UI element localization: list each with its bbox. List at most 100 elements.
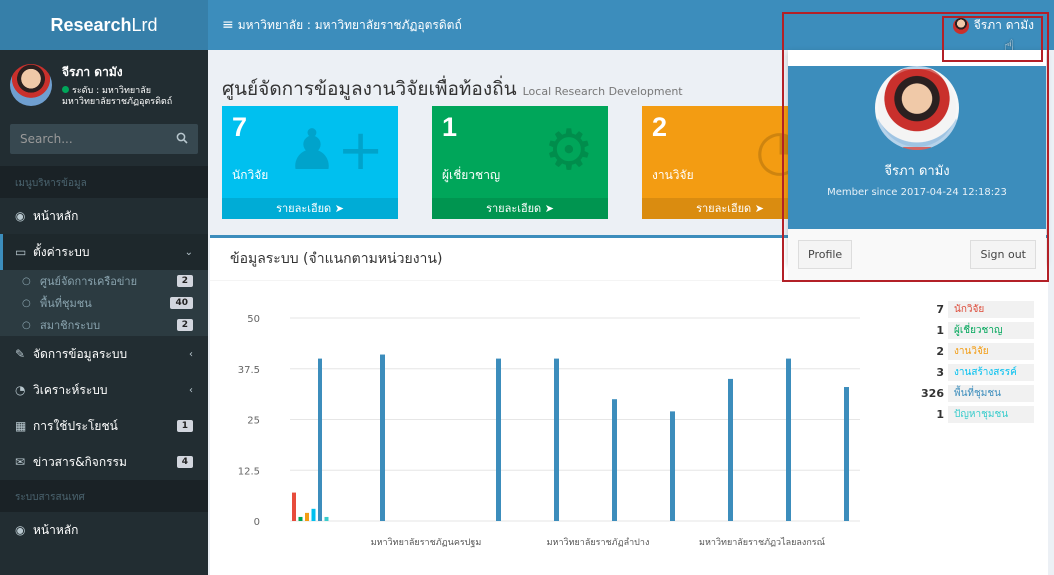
chart-bar: [292, 492, 296, 521]
search-input[interactable]: [20, 132, 160, 146]
sidebar-subitem-area[interactable]: ○ พื้นที่ชุมชน 40: [0, 292, 208, 314]
user-name: จีรภา ดามัง: [62, 64, 123, 79]
sidebar-subitem-label: ศูนย์จัดการเครือข่าย: [40, 275, 138, 288]
profile-button[interactable]: Profile: [798, 240, 853, 269]
user-level: ระดับ : มหาวิทยาลัย: [72, 85, 152, 96]
user-menu-toggle[interactable]: จีรภา ดามัง: [952, 16, 1034, 35]
sidebar-item-usage[interactable]: ▦ การใช้ประโยชน์ 1: [0, 408, 208, 444]
sidebar-item-label: จัดการข้อมูลระบบ: [33, 346, 128, 361]
logo-rest-text: Lrd: [131, 14, 158, 35]
dropdown-user-name: จีรภา ดามัง: [884, 164, 950, 179]
legend-row: 326 พื้นที่ชุมชน: [918, 383, 1034, 404]
sidebar-item-label: หน้าหลัก: [33, 208, 79, 223]
y-tick-label: 12.5: [238, 466, 260, 477]
avatar: [875, 66, 959, 150]
menu-toggle-icon[interactable]: ≡: [222, 17, 234, 33]
legend-row: 1 ปัญหาชุมชน: [918, 404, 1034, 425]
chart-bar: [844, 387, 849, 521]
chart-bar: [324, 516, 329, 521]
search-icon[interactable]: [176, 132, 188, 147]
online-dot-icon: [62, 85, 69, 93]
x-tick-label: มหาวิทยาลัยราชภัฏนครปฐม: [371, 537, 482, 548]
legend-value: 7: [936, 303, 944, 316]
user-plus-icon: ♟+: [286, 118, 384, 183]
y-tick-label: 25: [247, 416, 260, 427]
stat-label: งานวิจัย: [652, 168, 694, 182]
legend-label: งานวิจัย: [948, 343, 1034, 360]
stat-label: ผู้เชี่ยวชาญ: [442, 168, 501, 182]
stat-more-link[interactable]: รายละเอียด ➤: [432, 198, 608, 219]
sidebar-subitem-network[interactable]: ○ ศูนย์จัดการเครือข่าย 2: [0, 270, 208, 292]
menu-section-header: เมนูบริหารข้อมูล: [0, 166, 208, 198]
count-badge: 2: [176, 275, 193, 287]
sidebar-item-home[interactable]: ◉ หน้าหลัก: [0, 198, 208, 234]
user-org: มหาวิทยาลัยราชภัฏอุตรดิตถ์: [62, 96, 173, 107]
legend-label: ปัญหาชุมชน: [948, 406, 1034, 423]
legend-row: 3 งานสร้างสรรค์: [918, 362, 1034, 383]
legend-value: 326: [921, 387, 944, 400]
chart-bar: [305, 512, 309, 521]
arrow-circle-right-icon: ➤: [334, 202, 344, 215]
app-logo[interactable]: Research Lrd: [0, 0, 208, 50]
sidebar-item-news[interactable]: ✉ ข่าวสาร&กิจกรรม 4: [0, 444, 208, 480]
edit-icon: ✎: [15, 347, 26, 361]
count-badge: 4: [176, 456, 193, 468]
sign-out-button[interactable]: Sign out: [970, 240, 1036, 269]
legend-label: นักวิจัย: [948, 301, 1034, 318]
arrow-circle-right-icon: ➤: [544, 202, 554, 215]
sidebar-item-label: หน้าหลัก: [33, 522, 79, 537]
sidebar-item-manage[interactable]: ✎ จัดการข้อมูลระบบ ‹: [0, 336, 208, 372]
chart-legend: 7 นักวิจัย 1 ผู้เชี่ยวชาญ 2 งานวิจัย 3 งานสร…: [918, 299, 1034, 425]
avatar: [952, 17, 969, 34]
legend-row: 7 นักวิจัย: [918, 299, 1034, 320]
breadcrumb: มหาวิทยาลัย : มหาวิทยาลัยราชภัฏอุตรดิตถ์: [237, 17, 462, 32]
user-dropdown-footer: Profile Sign out: [788, 229, 1046, 280]
page-title-text: ศูนย์จัดการข้อมูลงานวิจัยเพื่อท้องถิ่น: [222, 78, 517, 100]
count-badge: 1: [176, 420, 193, 432]
x-tick-label: มหาวิทยาลัยราชภัฏลำปาง: [547, 537, 650, 548]
user-dropdown: จีรภา ดามัง Member since 2017-04-24 12:1…: [788, 50, 1046, 280]
sidebar-item-settings[interactable]: ▭ ตั้งค่าระบบ ⌄: [0, 234, 208, 270]
page-subtitle: Local Research Development: [522, 85, 683, 98]
sidebar-item-analyze[interactable]: ◔ วิเคราะห์ระบบ ‹: [0, 372, 208, 408]
chart-bar: [554, 358, 559, 521]
legend-value: 1: [936, 408, 944, 421]
legend-label: ผู้เชี่ยวชาญ: [948, 322, 1034, 339]
chart-bar: [728, 378, 733, 521]
calendar-icon: ▦: [15, 419, 27, 433]
sidebar-subitem-members[interactable]: ○ สมาชิกระบบ 2: [0, 314, 208, 336]
logo-bold-text: Research: [50, 14, 132, 35]
sidebar-item-label: วิเคราะห์ระบบ: [33, 382, 108, 397]
count-badge: 2: [176, 319, 193, 331]
x-tick-label: มหาวิทยาลัยราชภัฏวไลยลงกรณ์: [699, 536, 825, 548]
stat-label: นักวิจัย: [232, 168, 269, 182]
chart-bar: [380, 354, 385, 521]
more-label: รายละเอียด: [486, 202, 542, 215]
laptop-icon: ▭: [15, 245, 27, 259]
chart-bar: [670, 411, 675, 521]
chevron-left-icon: ‹: [189, 348, 193, 360]
stat-box-researchers: 7 นักวิจัย ♟+ รายละเอียด ➤: [222, 106, 398, 219]
chevron-down-icon: ⌄: [184, 246, 193, 258]
sidebar: Research Lrd จีรภา ดามัง ระดับ : มหาวิทยา…: [0, 0, 208, 575]
chart-bar: [612, 399, 617, 521]
dashboard-icon: ◉: [15, 209, 26, 223]
sidebar-item-home-2[interactable]: ◉ หน้าหลัก: [0, 512, 208, 548]
circle-icon: ○: [22, 297, 31, 309]
user-panel: จีรภา ดามัง ระดับ : มหาวิทยาลัย มหาวิทยา…: [0, 50, 208, 120]
stat-value: 1: [442, 112, 458, 142]
chart-bar: [318, 358, 322, 521]
circle-icon: ○: [22, 275, 31, 287]
chevron-left-icon: ‹: [189, 384, 193, 396]
sidebar-item-label: ข่าวสาร&กิจกรรม: [33, 454, 127, 469]
legend-label: พื้นที่ชุมชน: [948, 385, 1034, 402]
page-title: ศูนย์จัดการข้อมูลงานวิจัยเพื่อท้องถิ่น Lo…: [222, 74, 683, 104]
user-status: ระดับ : มหาวิทยาลัย มหาวิทยาลัยราชภัฏอุต…: [62, 85, 173, 108]
chart-bar: [496, 358, 501, 521]
legend-value: 3: [936, 366, 944, 379]
y-tick-label: 0: [254, 517, 260, 528]
arrow-circle-right-icon: ➤: [754, 202, 764, 215]
legend-value: 2: [936, 345, 944, 358]
stat-more-link[interactable]: รายละเอียด ➤: [222, 198, 398, 219]
legend-row: 2 งานวิจัย: [918, 341, 1034, 362]
